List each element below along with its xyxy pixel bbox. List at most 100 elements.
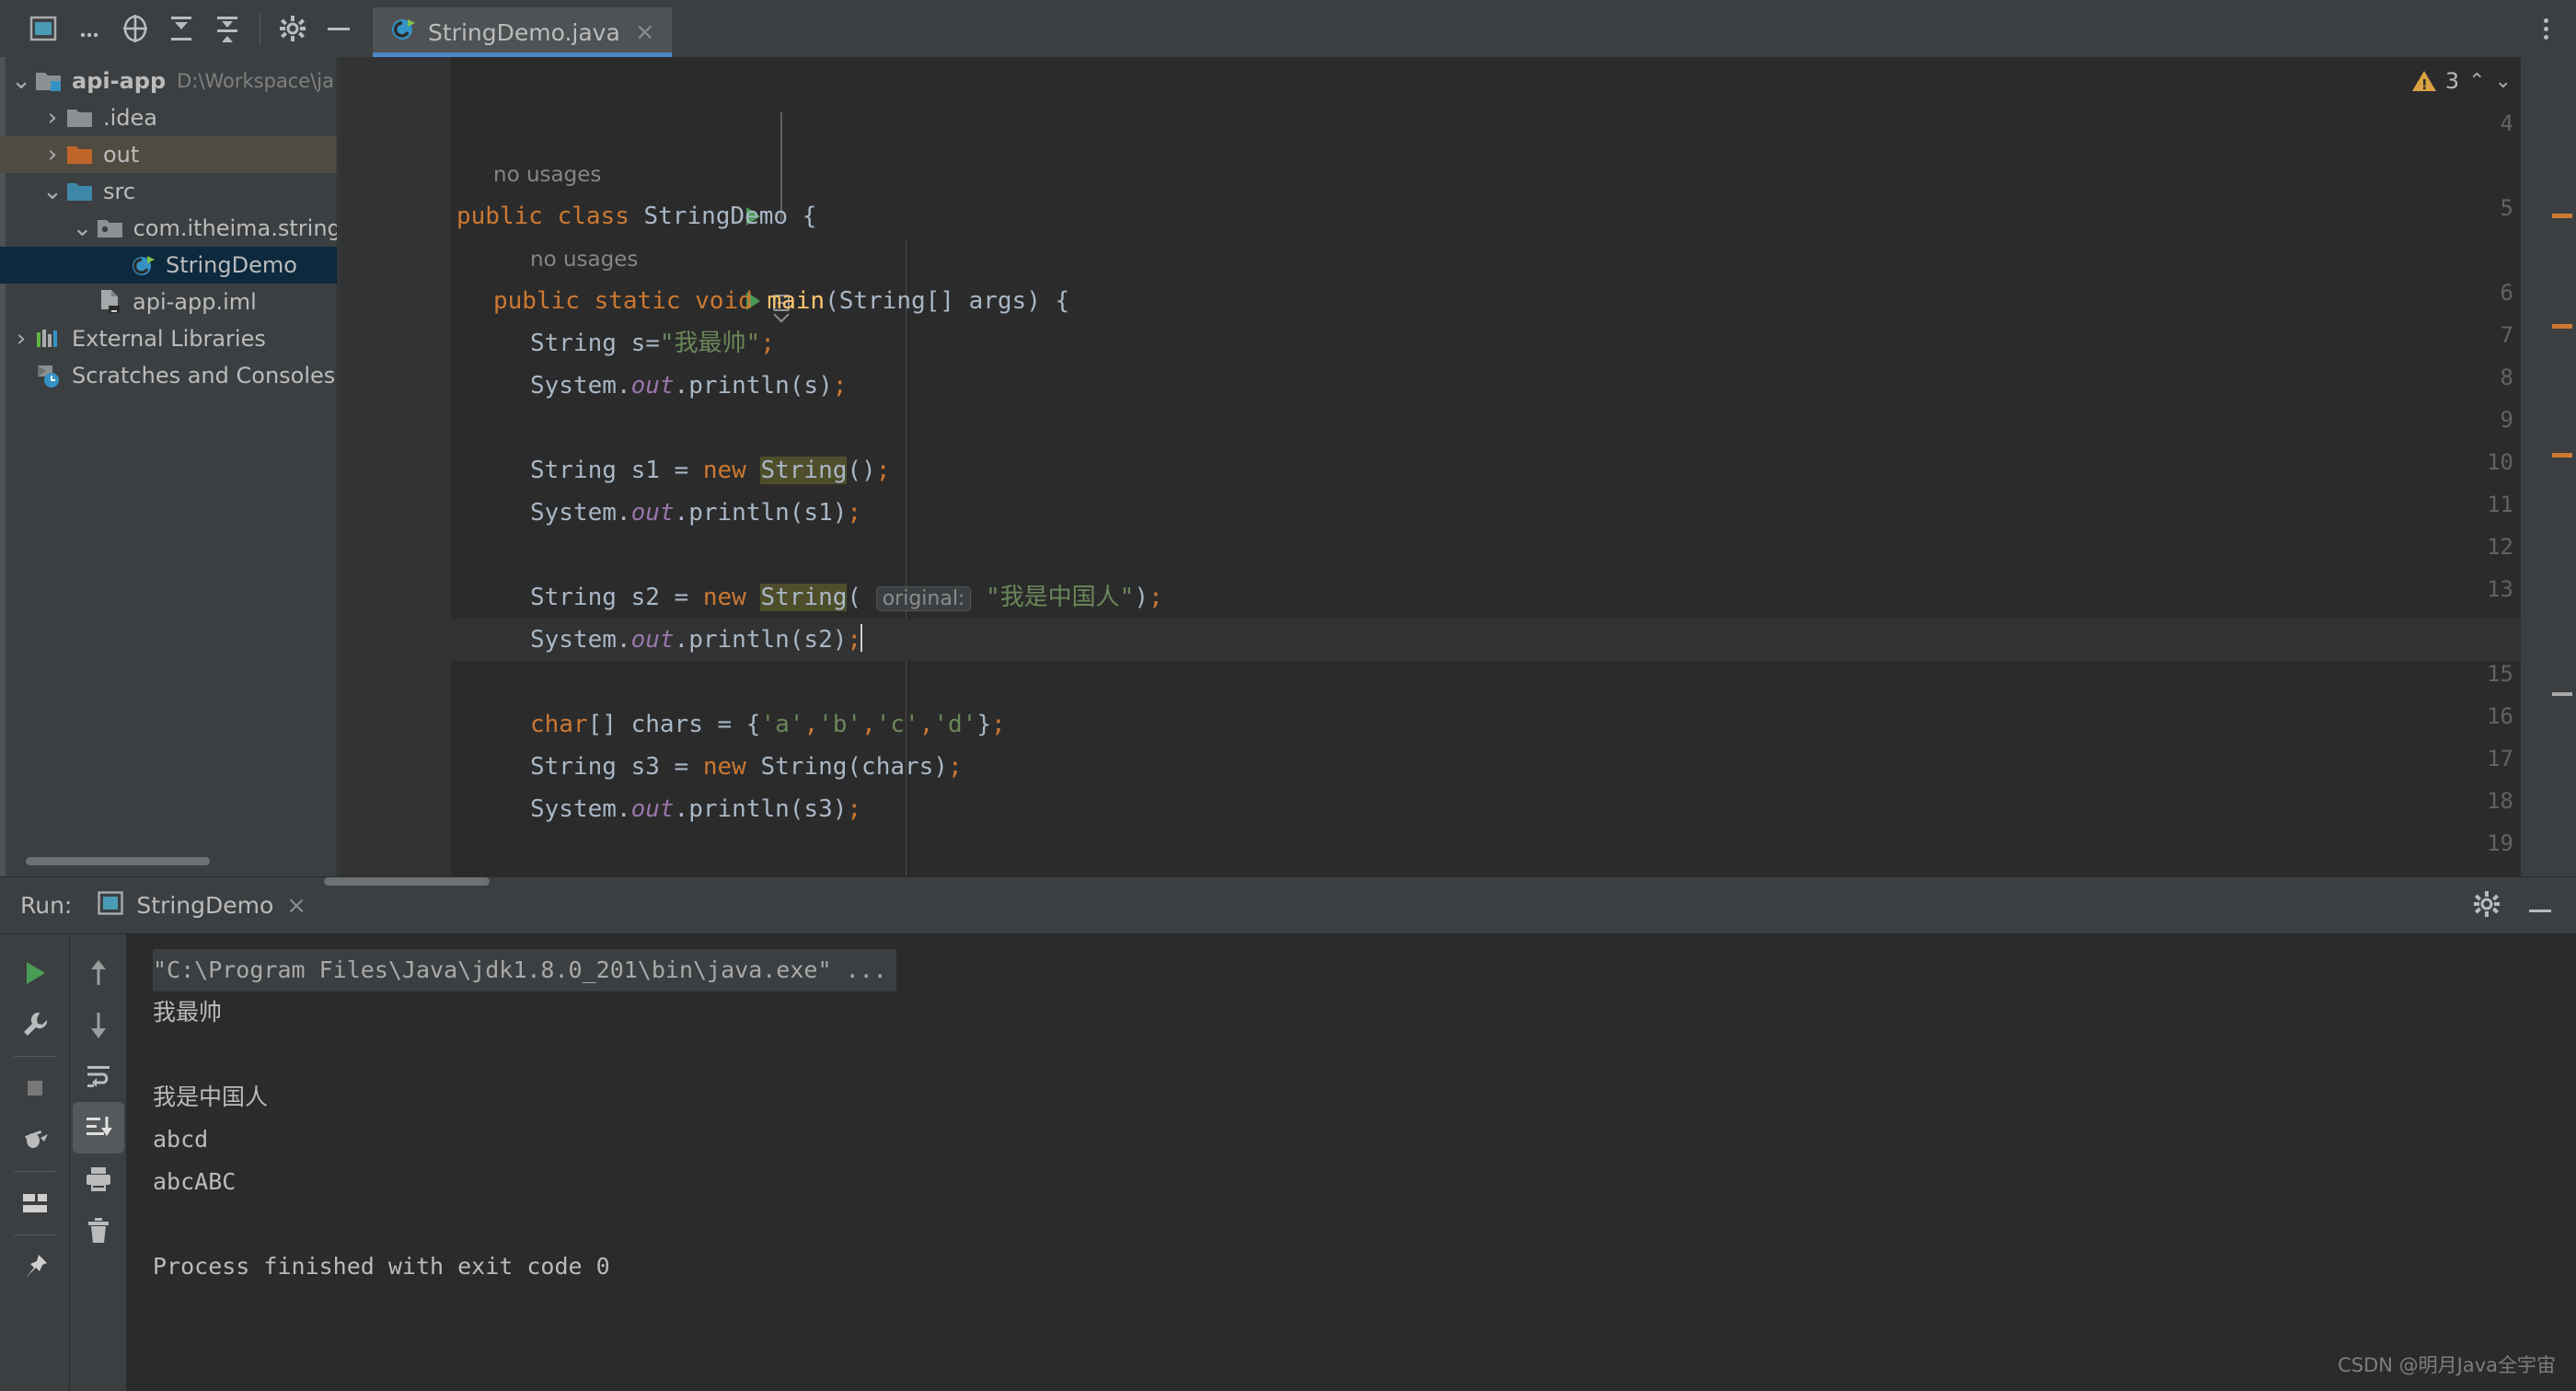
arrow-down-icon[interactable] bbox=[73, 999, 124, 1050]
trash-icon[interactable] bbox=[73, 1205, 124, 1257]
code-line[interactable]: System.out.println(s); bbox=[456, 365, 847, 407]
chevron-right-icon[interactable]: › bbox=[39, 141, 66, 168]
settings-gear-icon[interactable] bbox=[270, 6, 316, 52]
module-folder-icon bbox=[35, 69, 63, 93]
inlay-usages-hint[interactable]: no usages bbox=[493, 163, 601, 187]
console-output[interactable]: "C:\Program Files\Java\jdk1.8.0_201\bin\… bbox=[127, 934, 2576, 1391]
watermark: CSDN @明月Java全宇宙 bbox=[2338, 1354, 2556, 1376]
project-tree: ⌄ api-app D:\Workspace\ja › .idea › out ⌄ src ⌄ co… bbox=[0, 57, 337, 394]
code-editor[interactable]: 4567891011121314151617181920 no usagespu… bbox=[339, 57, 2576, 876]
code-token: ; bbox=[847, 626, 862, 654]
target-icon[interactable] bbox=[112, 6, 158, 52]
more-options-icon[interactable] bbox=[2530, 13, 2561, 44]
inspection-mark[interactable] bbox=[2552, 692, 2572, 696]
code-line[interactable] bbox=[456, 830, 530, 873]
arrow-up-icon[interactable] bbox=[73, 947, 124, 999]
inspection-gutter[interactable] bbox=[2521, 57, 2576, 876]
code-line[interactable]: String s2 = new String( original: "我是中国人… bbox=[456, 576, 1163, 619]
inlay-usages-hint[interactable]: no usages bbox=[530, 248, 638, 272]
expand-all-icon[interactable] bbox=[158, 6, 204, 52]
sidebar-item-out[interactable]: › out bbox=[0, 136, 337, 173]
code-line[interactable] bbox=[456, 534, 530, 576]
inspection-mark[interactable] bbox=[2552, 453, 2572, 458]
tab-stringdemo-java[interactable]: StringDemo.java × bbox=[373, 7, 672, 57]
code-token: System. bbox=[530, 795, 631, 823]
scroll-to-end-icon[interactable] bbox=[72, 1102, 124, 1153]
sidebar-item-api-app-iml[interactable]: api-app.iml bbox=[0, 284, 337, 320]
code-token: new bbox=[702, 457, 761, 484]
debug-icon[interactable] bbox=[9, 1114, 61, 1165]
code-line[interactable]: String s3 = new String(chars); bbox=[456, 746, 963, 788]
rerun-play-icon[interactable] bbox=[9, 947, 61, 999]
code-token: ) bbox=[1134, 584, 1149, 611]
console-output-line: 我最帅 bbox=[153, 999, 223, 1026]
code-token: ( bbox=[847, 584, 876, 611]
code-token: public bbox=[456, 203, 558, 230]
code-line[interactable]: char[] chars = {'a','b','c','d'}; bbox=[456, 703, 1006, 746]
sidebar-item-api-app[interactable]: ⌄ api-app D:\Workspace\ja bbox=[0, 63, 337, 99]
run-tab-scrollbar[interactable] bbox=[324, 877, 490, 886]
sidebar-item-scratches-and-consoles[interactable]: Scratches and Consoles bbox=[0, 357, 337, 394]
sidebar-item-idea[interactable]: › .idea bbox=[0, 99, 337, 136]
collapse-all-icon[interactable] bbox=[204, 6, 250, 52]
editor-gutter[interactable] bbox=[339, 57, 451, 876]
code-token: 'd' bbox=[933, 711, 977, 738]
sidebar-item-stringdemo[interactable]: StringDemo bbox=[0, 247, 337, 284]
inlay-parameter-hint[interactable]: original: bbox=[875, 586, 972, 611]
code-token: ; bbox=[990, 711, 1006, 738]
code-token: 'c' bbox=[875, 711, 919, 738]
code-line-current[interactable]: System.out.println(s2); bbox=[339, 619, 2576, 661]
chevron-down-icon[interactable]: ⌄ bbox=[69, 214, 97, 242]
chevron-right-icon[interactable]: › bbox=[39, 104, 66, 132]
java-class-icon bbox=[389, 16, 417, 49]
code-content[interactable]: no usages public class StringDemo { no usa… bbox=[339, 57, 2576, 876]
settings-gear-icon[interactable] bbox=[2473, 890, 2501, 923]
sidebar-horizontal-scrollbar[interactable] bbox=[26, 857, 210, 865]
inspection-mark[interactable] bbox=[2552, 324, 2572, 329]
close-icon[interactable]: × bbox=[286, 892, 306, 920]
console-output-line: abcd bbox=[153, 1126, 209, 1153]
chevron-down-icon[interactable]: ⌄ bbox=[2495, 70, 2512, 93]
sidebar-item-src[interactable]: ⌄ src bbox=[0, 173, 337, 210]
run-tab-stringdemo[interactable]: StringDemo × bbox=[98, 890, 306, 921]
code-line[interactable]: System.out.println(s3); bbox=[456, 788, 861, 830]
code-line[interactable]: String s="我最帅"; bbox=[456, 322, 775, 365]
close-icon[interactable]: × bbox=[635, 20, 655, 44]
ellipsis-icon[interactable] bbox=[66, 6, 112, 52]
chevron-down-icon[interactable]: ⌄ bbox=[39, 178, 66, 205]
sidebar-item-com-itheima-string[interactable]: ⌄ com.itheima.string bbox=[0, 210, 337, 247]
code-line[interactable] bbox=[456, 661, 530, 703]
sidebar-item-external-libraries[interactable]: › External Libraries bbox=[0, 320, 337, 357]
chevron-up-icon[interactable]: ⌃ bbox=[2468, 70, 2485, 93]
code-token: [] chars = { bbox=[587, 711, 761, 738]
hide-icon[interactable] bbox=[2526, 894, 2554, 921]
code-line[interactable]: no usages bbox=[456, 238, 638, 280]
java-class-icon bbox=[129, 251, 156, 279]
window-icon[interactable] bbox=[20, 6, 66, 52]
code-token: new bbox=[702, 753, 761, 781]
wrench-icon[interactable] bbox=[9, 999, 61, 1050]
layout-icon[interactable] bbox=[9, 1177, 61, 1229]
soft-wrap-icon[interactable] bbox=[73, 1050, 124, 1102]
code-token: void bbox=[695, 287, 768, 315]
inspection-mark[interactable] bbox=[2552, 214, 2572, 218]
pin-icon[interactable] bbox=[9, 1241, 61, 1292]
sidebar-item-label: api-app bbox=[72, 68, 167, 94]
code-line[interactable]: String s1 = new String(); bbox=[456, 449, 890, 492]
chevron-right-icon[interactable]: › bbox=[7, 325, 35, 353]
hide-icon[interactable] bbox=[316, 6, 362, 52]
stop-icon[interactable] bbox=[9, 1062, 61, 1114]
print-icon[interactable] bbox=[73, 1153, 124, 1205]
sidebar-item-label: src bbox=[103, 179, 136, 204]
code-line[interactable] bbox=[456, 407, 530, 449]
code-line[interactable]: public class StringDemo { bbox=[456, 195, 816, 238]
run-panel-body: "C:\Program Files\Java\jdk1.8.0_201\bin\… bbox=[0, 934, 2576, 1391]
inspection-summary[interactable]: 3 ⌃ ⌄ bbox=[2411, 68, 2512, 94]
code-line[interactable]: System.out.println(s1); bbox=[456, 492, 861, 534]
code-line[interactable]: no usages bbox=[456, 153, 601, 195]
chevron-down-icon[interactable]: ⌄ bbox=[7, 67, 35, 95]
code-token: "我是中国人" bbox=[986, 584, 1135, 611]
code-line[interactable]: public static void main(String[] args) { bbox=[456, 280, 1069, 322]
